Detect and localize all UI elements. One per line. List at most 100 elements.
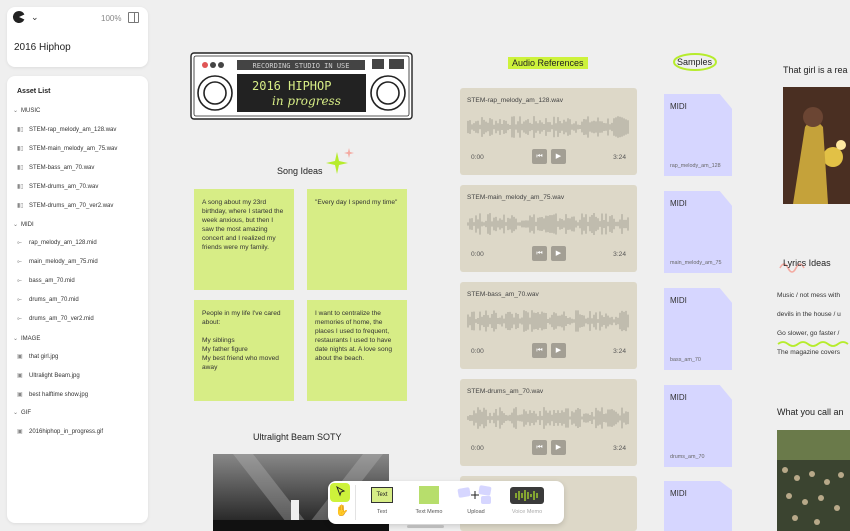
asset-item[interactable]: ▮▯ STEM-rap_melody_am_128.wav: [17, 126, 116, 133]
rewind-button[interactable]: ⏮: [532, 246, 547, 261]
sticky-note[interactable]: A song about my 23rd birthday, where I s…: [194, 189, 294, 290]
midi-type: MIDI: [670, 199, 687, 208]
asset-item[interactable]: ▮▯ STEM-main_melody_am_75.wav: [17, 145, 117, 152]
cursor-icon: [336, 486, 346, 497]
play-button[interactable]: ▶: [551, 343, 566, 358]
sticky-note[interactable]: "Every day I spend my time": [307, 189, 407, 290]
voice-memo-icon[interactable]: [510, 487, 544, 504]
asset-label: STEM-drums_am_70.wav: [29, 184, 99, 190]
asset-label: main_melody_am_75.mid: [29, 259, 98, 265]
audio-file-icon: ▮▯: [17, 127, 24, 133]
text-memo-icon[interactable]: [419, 486, 439, 504]
hand-tool-icon[interactable]: ✋: [335, 504, 349, 517]
audio-player[interactable]: STEM-bass_am_70.wav 0:00 ⏮ ▶ 3:24: [460, 282, 637, 369]
chevron-down-icon: ⌄: [13, 108, 19, 114]
voice-memo-label[interactable]: Voice Memo: [507, 509, 547, 515]
upload-icon[interactable]: [457, 485, 493, 505]
image-file-icon: ▣: [17, 354, 23, 360]
midi-filename: bass_am_70: [670, 357, 701, 363]
asset-label: rap_melody_am_128.mid: [29, 240, 97, 246]
chevron-down-icon[interactable]: ⌄: [31, 12, 39, 23]
asset-label: STEM-bass_am_70.wav: [29, 165, 95, 171]
song-ideas-title[interactable]: Song Ideas: [277, 166, 323, 176]
project-card: [7, 7, 148, 67]
midi-file-card[interactable]: MIDI rap_melody_am_128: [664, 94, 732, 176]
asset-item[interactable]: ⟜ rap_melody_am_128.mid: [17, 240, 97, 247]
audio-player[interactable]: STEM-drums_am_70.wav 0:00 ⏮ ▶ 3:24: [460, 379, 637, 466]
toolbar-divider: [355, 485, 356, 520]
audio-references-title[interactable]: Audio References: [508, 57, 588, 69]
lyric-line[interactable]: devils in the house / u: [777, 311, 841, 318]
chevron-down-icon: ⌄: [13, 410, 19, 416]
zoom-level[interactable]: 100%: [101, 14, 121, 23]
lyrics-ideas-title[interactable]: Lyrics Ideas: [783, 258, 831, 268]
ultralight-title[interactable]: Ultralight Beam SOTY: [253, 432, 342, 442]
horizontal-scrollbar[interactable]: [407, 525, 444, 528]
play-button[interactable]: ▶: [551, 149, 566, 164]
asset-item[interactable]: ⟜ drums_am_70_ver2.mid: [17, 316, 94, 323]
midi-file-card[interactable]: MIDI main_melody_am_75: [664, 191, 732, 273]
group-label: GIF: [21, 410, 31, 416]
play-button[interactable]: ▶: [551, 246, 566, 261]
rewind-button[interactable]: ⏮: [532, 149, 547, 164]
rewind-button[interactable]: ⏮: [532, 440, 547, 455]
boombox-line2: in progress: [272, 94, 341, 108]
audio-end-time: 3:24: [613, 348, 626, 355]
that-girl-title[interactable]: That girl is a rea: [783, 65, 848, 75]
audio-start-time: 0:00: [471, 348, 484, 355]
asset-item[interactable]: ⟜ main_melody_am_75.mid: [17, 259, 98, 266]
lyric-line[interactable]: Music / not mess with: [777, 292, 840, 299]
waveform: [467, 116, 629, 138]
lyric-line[interactable]: Go slower, go faster /: [777, 330, 839, 337]
audio-file-icon: ▮▯: [17, 184, 24, 190]
what-you-call-title[interactable]: What you call an: [777, 407, 844, 417]
app-logo-icon[interactable]: [12, 10, 26, 24]
midi-type: MIDI: [670, 296, 687, 305]
panel-toggle-icon[interactable]: [128, 12, 139, 23]
asset-item[interactable]: ▮▯ STEM-bass_am_70.wav: [17, 164, 94, 171]
group-gif[interactable]: ⌄ GIF: [13, 409, 31, 416]
midi-type: MIDI: [670, 393, 687, 402]
asset-item[interactable]: ⟜ drums_am_70.mid: [17, 297, 79, 304]
text-tool-icon[interactable]: Text: [371, 487, 393, 503]
asset-item[interactable]: ▣ 2016hiphop_in_progress.gif: [17, 428, 103, 435]
midi-filename: rap_melody_am_128: [670, 163, 721, 169]
asset-label: drums_am_70.mid: [29, 297, 79, 303]
audio-start-time: 0:00: [471, 251, 484, 258]
asset-label: bass_am_70.mid: [29, 278, 75, 284]
text-tool-label[interactable]: Text: [362, 509, 402, 515]
asset-label: 2016hiphop_in_progress.gif: [29, 429, 104, 435]
audio-start-time: 0:00: [471, 445, 484, 452]
group-midi[interactable]: ⌄ MIDI: [13, 221, 34, 228]
midi-file-card[interactable]: MIDI bass_am_70: [664, 288, 732, 370]
asset-item[interactable]: ▣ best halftime show.jpg: [17, 391, 88, 398]
midi-file-card[interactable]: MIDI: [664, 481, 732, 531]
that-girl-image[interactable]: [783, 87, 850, 204]
asset-item[interactable]: ▣ that girl.jpg: [17, 353, 58, 360]
midi-filename: drums_am_70: [670, 454, 705, 460]
audio-player[interactable]: STEM-rap_melody_am_128.wav 0:00 ⏮ ▶ 3:24: [460, 88, 637, 175]
group-music[interactable]: ⌄ MUSIC: [13, 107, 40, 114]
samples-title[interactable]: Samples: [677, 57, 712, 67]
sticky-note[interactable]: I want to centralize the memories of hom…: [307, 300, 407, 401]
asset-label: that girl.jpg: [29, 354, 59, 360]
rewind-button[interactable]: ⏮: [532, 343, 547, 358]
play-button[interactable]: ▶: [551, 440, 566, 455]
halftime-show-image[interactable]: [777, 430, 850, 531]
chevron-down-icon: ⌄: [13, 336, 19, 342]
lyric-line[interactable]: The magazine covers: [777, 349, 840, 356]
asset-item[interactable]: ▮▯ STEM-drums_am_70_ver2.wav: [17, 202, 113, 209]
upload-label[interactable]: Upload: [456, 509, 496, 515]
asset-label: STEM-drums_am_70_ver2.wav: [29, 203, 114, 209]
sticky-note[interactable]: People in my life I've cared about: My s…: [194, 300, 294, 401]
boombox-gif[interactable]: RECORDING STUDIO IN USE 2016 HIPHOP in p…: [190, 52, 413, 120]
chevron-down-icon: ⌄: [13, 222, 19, 228]
asset-item[interactable]: ▣ Ultralight Beam.jpg: [17, 372, 80, 379]
project-title[interactable]: 2016 Hiphop: [14, 42, 71, 53]
audio-player[interactable]: STEM-main_melody_am_75.wav 0:00 ⏮ ▶ 3:24: [460, 185, 637, 272]
midi-file-card[interactable]: MIDI drums_am_70: [664, 385, 732, 467]
asset-item[interactable]: ▮▯ STEM-drums_am_70.wav: [17, 183, 98, 190]
group-image[interactable]: ⌄ IMAGE: [13, 335, 40, 342]
asset-item[interactable]: ⟜ bass_am_70.mid: [17, 278, 75, 285]
text-memo-label[interactable]: Text Memo: [409, 509, 449, 515]
